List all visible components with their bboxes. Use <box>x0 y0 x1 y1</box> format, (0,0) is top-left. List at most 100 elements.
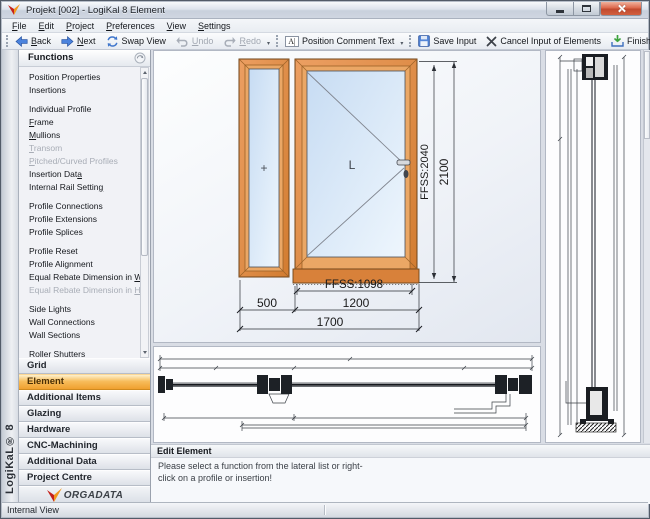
functions-scrollbar[interactable] <box>140 67 149 358</box>
toolbar-grip[interactable] <box>275 35 278 47</box>
app-window: Projekt [002] - LogiKal 8 Element File Ed… <box>0 0 650 519</box>
swap-view-button[interactable]: Swap View <box>102 34 170 48</box>
toolbar-overflow-icon[interactable]: ▾ <box>267 40 270 47</box>
menu-edit[interactable]: Edit <box>33 20 61 32</box>
function-item-insertion-data[interactable]: Insertion Data <box>19 168 140 181</box>
status-bar-divider <box>324 505 326 515</box>
function-item-profile-splices[interactable]: Profile Splices <box>19 226 140 239</box>
fixed-sidelight[interactable]: + <box>238 58 290 278</box>
edit-panel-message: Please select a function from the latera… <box>158 461 363 483</box>
back-arrow-icon <box>15 35 28 47</box>
function-item-frame[interactable]: Frame <box>19 116 140 129</box>
save-input-label: Save Input <box>433 36 477 46</box>
toolbar-overflow-icon[interactable]: ▾ <box>400 40 403 47</box>
minimize-button[interactable] <box>546 2 573 16</box>
menu-settings[interactable]: Settings <box>192 20 237 32</box>
next-label: Next <box>77 36 96 46</box>
orgadata-logo-icon <box>46 488 62 502</box>
toolbar-grip[interactable] <box>409 35 412 47</box>
finish-position-button[interactable]: Finish Position <box>607 34 650 48</box>
menu-view[interactable]: View <box>161 20 192 32</box>
function-item-transom: Transom <box>29 143 63 153</box>
function-item-equal-rebate-dimension-in-height: Equal Rebate Dimension in Height <box>29 285 140 295</box>
plan-section-view[interactable] <box>153 346 541 443</box>
accordion-section-additional-data[interactable]: Additional Data <box>19 454 150 470</box>
redo-button: Redo <box>219 34 265 48</box>
dim-ffss-height: FFSS:2040 <box>419 144 431 200</box>
menu-file[interactable]: File <box>6 20 33 32</box>
function-item-individual-profile[interactable]: Individual Profile <box>19 103 140 116</box>
plan-section-drawing <box>157 355 535 431</box>
position-comment-text-label: Position Comment Text <box>301 36 395 46</box>
drawing-scrollbar-thumb[interactable] <box>644 51 650 139</box>
menu-project[interactable]: Project <box>60 20 100 32</box>
dim-width-left: 500 <box>257 296 277 310</box>
door-sash[interactable]: L <box>292 58 420 285</box>
function-item-mullions[interactable]: Mullions <box>19 129 140 142</box>
functions-list: Position Properties Insertions Individual … <box>19 67 140 358</box>
next-arrow-icon <box>61 35 74 47</box>
dim-ffss-width: FFSS:1098 <box>325 279 383 291</box>
undo-button: Undo <box>172 34 218 48</box>
cancel-icon <box>486 36 497 47</box>
function-item-wall-connections[interactable]: Wall Connections <box>19 316 140 329</box>
minimize-icon <box>556 10 564 13</box>
function-item-side-lights[interactable]: Side Lights <box>19 303 140 316</box>
drawing-scrollbar[interactable] <box>643 50 650 443</box>
accordion-section-hardware[interactable]: Hardware <box>19 422 150 438</box>
accordion-section-project-centre[interactable]: Project Centre <box>19 470 150 486</box>
elevation-view[interactable]: + L FFSS:2040 2100 FFSS:1098 500 1200 17… <box>153 50 541 343</box>
accordion-section-cnc-machining[interactable]: CNC-Machining <box>19 438 150 454</box>
swap-view-label: Swap View <box>121 36 166 46</box>
app-logo-icon <box>7 4 21 16</box>
back-label: Back <box>31 36 52 46</box>
undo-label: Undo <box>191 36 214 46</box>
functions-panel-header: Functions <box>19 50 150 67</box>
function-item-roller-shutters[interactable]: Roller Shutters <box>19 348 140 358</box>
toolbar-grip[interactable] <box>6 35 8 47</box>
sidebar: Functions Position Properties Insertions I… <box>19 50 151 504</box>
sash-direction-label: L <box>349 158 356 172</box>
edit-element-panel: Edit Element Please select a function fr… <box>151 444 650 504</box>
save-input-button[interactable]: Save Input <box>414 34 480 48</box>
functions-title: Functions <box>28 52 74 63</box>
dim-total-height: 2100 <box>437 158 451 185</box>
accordion-section-element[interactable]: Element <box>19 374 150 390</box>
edit-panel-title: Edit Element <box>151 444 650 458</box>
vertical-brand-label: LogiKaL® 8 <box>4 423 16 494</box>
function-item-wall-sections[interactable]: Wall Sections <box>19 329 140 342</box>
function-item-profile-connections[interactable]: Profile Connections <box>19 200 140 213</box>
maximize-icon <box>582 5 591 12</box>
function-item-insertions[interactable]: Insertions <box>19 84 140 97</box>
next-button[interactable]: Next <box>57 34 100 48</box>
function-item-position-properties[interactable]: Position Properties <box>19 71 140 84</box>
functions-scrollbar-thumb[interactable] <box>141 78 148 256</box>
position-comment-text-button[interactable]: A| Position Comment Text <box>281 34 398 48</box>
function-item-internal-rail-setting[interactable]: Internal Rail Setting <box>19 181 140 194</box>
close-icon <box>617 4 626 13</box>
save-icon <box>418 35 431 47</box>
back-button[interactable]: Back <box>11 34 55 48</box>
accordion: Grid Element Additional Items Glazing Hardwa… <box>19 358 150 486</box>
accordion-section-additional-items[interactable]: Additional Items <box>19 390 150 406</box>
menu-preferences[interactable]: Preferences <box>100 20 161 32</box>
close-button[interactable] <box>600 2 642 16</box>
function-item-profile-reset[interactable]: Profile Reset <box>19 245 140 258</box>
accordion-section-grid[interactable]: Grid <box>19 358 150 374</box>
title-bar[interactable]: Projekt [002] - LogiKal 8 Element <box>2 2 648 19</box>
function-item-equal-rebate-dimension-in-width[interactable]: Equal Rebate Dimension in Width <box>19 271 140 284</box>
function-item-profile-extensions[interactable]: Profile Extensions <box>19 213 140 226</box>
accordion-section-glazing[interactable]: Glazing <box>19 406 150 422</box>
cancel-input-of-elements-button[interactable]: Cancel Input of Elements <box>482 34 605 48</box>
status-bar: Internal View <box>2 502 648 517</box>
scroll-up-icon[interactable] <box>141 68 148 77</box>
maximize-button[interactable] <box>573 2 600 16</box>
vertical-section-view[interactable] <box>545 50 641 443</box>
comment-text-icon: A| <box>284 35 299 47</box>
toolbar: Back Next Swap View Undo Redo ▾ A| Position Com… <box>2 33 650 50</box>
function-item-profile-alignment[interactable]: Profile Alignment <box>19 258 140 271</box>
scroll-down-icon[interactable] <box>141 348 148 357</box>
status-text: Internal View <box>7 505 59 515</box>
undo-icon <box>176 36 189 47</box>
function-item-pitched-curved-profiles: Pitched/Curved Profiles <box>29 156 118 166</box>
